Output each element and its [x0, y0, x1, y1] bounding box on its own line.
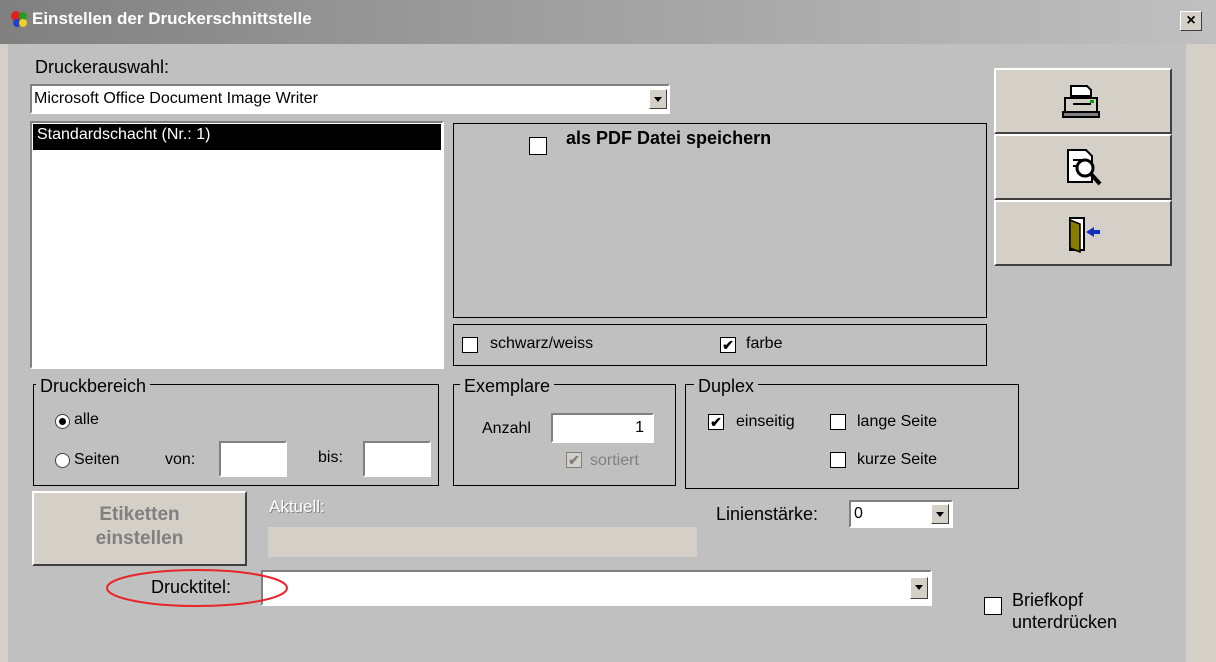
bw-label: schwarz/weiss — [490, 335, 594, 352]
current-label: Aktuell: — [269, 497, 325, 516]
radio-pages[interactable] — [55, 453, 70, 468]
preview-button[interactable] — [994, 134, 1172, 200]
sorted-label: sortiert — [590, 452, 639, 469]
chevron-down-icon[interactable] — [910, 577, 928, 599]
line-width-select[interactable]: 0 — [849, 500, 953, 528]
to-label: bis: — [318, 449, 343, 466]
count-value: 1 — [635, 419, 644, 436]
current-value-field — [268, 527, 697, 557]
radio-pages-label: Seiten — [74, 451, 120, 468]
labels-setup-button[interactable]: Etiketten einstellen — [32, 491, 247, 566]
highlight-ellipse — [106, 569, 288, 607]
color-checkbox[interactable]: ✔ — [720, 337, 736, 353]
line-width-value: 0 — [854, 505, 863, 522]
printer-select-value: Microsoft Office Document Image Writer — [34, 90, 318, 107]
print-range-legend: Druckbereich — [36, 376, 151, 397]
printer-icon — [1062, 85, 1100, 118]
letterhead-line2: unterdrücken — [1012, 612, 1118, 632]
radio-all[interactable] — [55, 414, 70, 429]
print-button[interactable] — [994, 68, 1172, 134]
tray-list-item[interactable]: Standardschacht (Nr.: 1) — [33, 124, 441, 150]
letterhead-checkbox[interactable] — [984, 597, 1002, 615]
letterhead-label: Briefkopf unterdrücken — [1012, 589, 1117, 633]
color-label: farbe — [746, 335, 783, 352]
window-edge — [1186, 44, 1216, 662]
sorted-checkbox[interactable]: ✔ — [566, 452, 582, 468]
count-input[interactable]: 1 — [551, 413, 654, 443]
app-icon — [11, 11, 27, 27]
close-button[interactable]: × — [1180, 11, 1202, 31]
radio-all-label: alle — [74, 411, 99, 428]
from-input[interactable] — [219, 441, 287, 477]
pdf-label: als PDF Datei speichern — [566, 128, 772, 148]
duplex-group — [685, 384, 1019, 489]
long-side-checkbox[interactable] — [830, 414, 846, 430]
window-title: Einstellen der Druckerschnittstelle — [32, 9, 312, 28]
pdf-panel: als PDF Datei speichern — [453, 123, 987, 318]
duplex-legend: Duplex — [694, 376, 759, 397]
chevron-down-icon[interactable] — [649, 89, 667, 109]
bw-checkbox[interactable] — [462, 337, 478, 353]
from-label: von: — [165, 451, 196, 468]
count-label: Anzahl — [482, 420, 531, 437]
labels-button-line1: Etiketten — [99, 504, 180, 525]
color-panel: schwarz/weiss ✔ farbe — [453, 324, 987, 366]
print-title-select[interactable] — [261, 570, 932, 606]
chevron-down-icon[interactable] — [931, 504, 949, 524]
short-side-checkbox[interactable] — [830, 452, 846, 468]
to-input[interactable] — [363, 441, 431, 477]
printer-label: Druckerauswahl: — [35, 57, 170, 77]
preview-icon — [1067, 149, 1102, 186]
one-side-label: einseitig — [736, 413, 795, 430]
line-width-label: Linienstärke: — [716, 504, 819, 524]
exit-button[interactable] — [994, 200, 1172, 266]
letterhead-line1: Briefkopf — [1012, 590, 1084, 610]
labels-button-line2: einstellen — [95, 528, 184, 549]
long-side-label: lange Seite — [857, 413, 938, 430]
pdf-checkbox[interactable] — [529, 137, 547, 155]
printer-select[interactable]: Microsoft Office Document Image Writer — [30, 84, 670, 114]
exit-door-icon — [1069, 217, 1100, 254]
short-side-label: kurze Seite — [857, 451, 938, 468]
copies-legend: Exemplare — [460, 376, 555, 397]
one-side-checkbox[interactable]: ✔ — [708, 414, 724, 430]
tray-list[interactable]: Standardschacht (Nr.: 1) — [30, 121, 444, 369]
